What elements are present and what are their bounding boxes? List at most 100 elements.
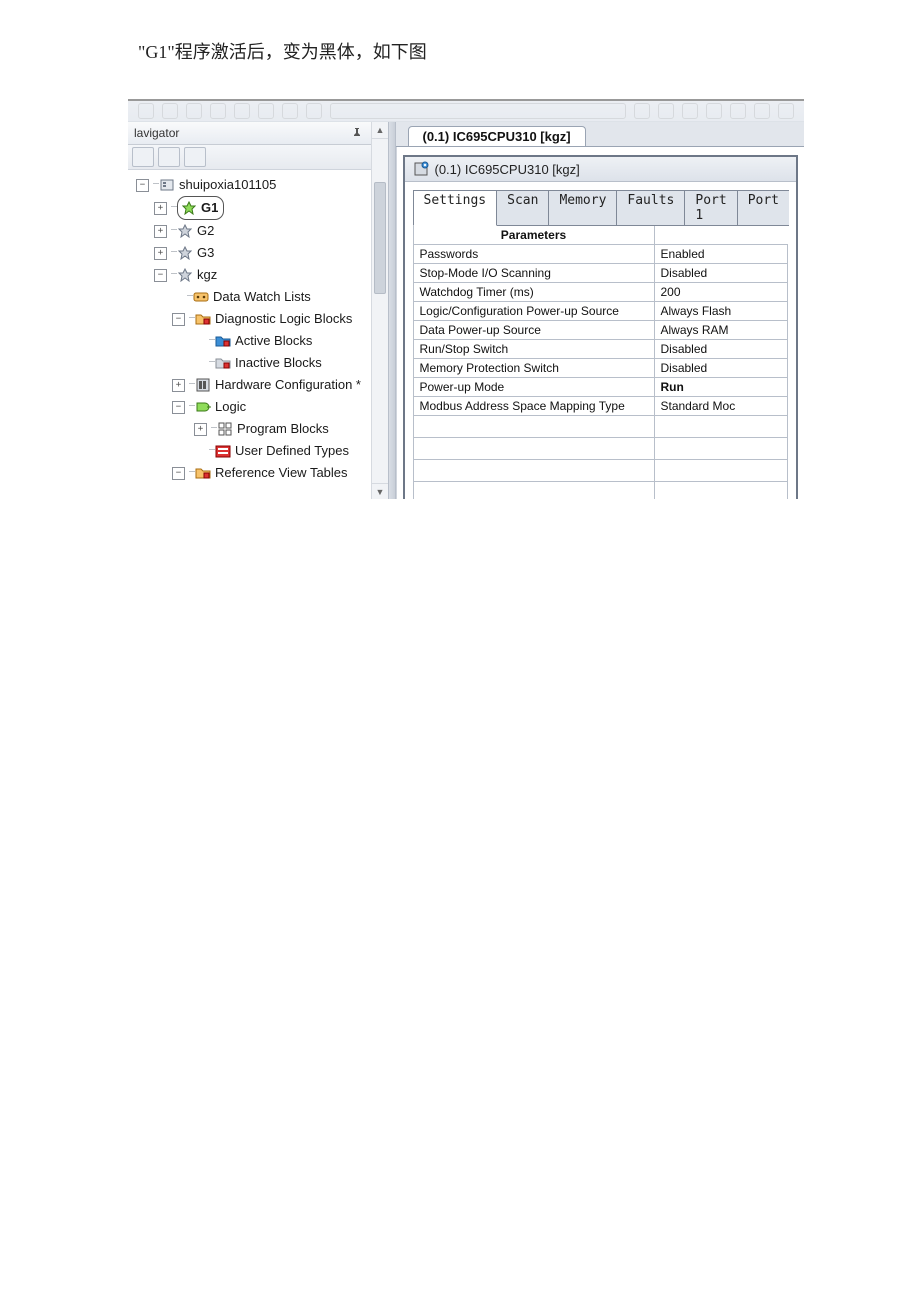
target-icon [177,245,193,261]
main-toolbar [128,101,804,122]
tree-label: Inactive Blocks [235,352,322,374]
tree-active-blocks[interactable]: ┄ Active Blocks [132,330,388,352]
tab-memory[interactable]: Memory [548,190,617,226]
param-name: Watchdog Timer (ms) [413,283,654,302]
navigator-header: lavigator ✕ [128,122,388,145]
g2-label: G2 [197,220,214,242]
logic-icon [195,399,211,415]
tab-settings[interactable]: Settings [413,190,498,226]
scroll-up-icon[interactable]: ▲ [372,122,388,139]
tree-label: Active Blocks [235,330,312,352]
table-row[interactable]: Stop-Mode I/O ScanningDisabled [413,264,788,283]
folder-icon [215,355,231,371]
tree-target-g2[interactable]: +┄ G2 [132,220,388,242]
table-row[interactable]: Data Power-up SourceAlways RAM [413,321,788,340]
target-icon [177,223,193,239]
table-row[interactable]: Power-up ModeRun [413,378,788,397]
table-row[interactable]: Memory Protection SwitchDisabled [413,359,788,378]
scroll-down-icon[interactable]: ▼ [372,483,388,499]
tree-diag-logic[interactable]: −┄ Diagnostic Logic Blocks [132,308,388,330]
expand-icon[interactable]: + [154,247,167,260]
param-name: Stop-Mode I/O Scanning [413,264,654,283]
collapse-icon[interactable]: − [136,179,149,192]
collapse-icon[interactable]: − [154,269,167,282]
tree-label: Logic [215,396,246,418]
collapse-icon[interactable]: − [172,467,185,480]
tree-inactive-blocks[interactable]: ┄ Inactive Blocks [132,352,388,374]
nav-tool-1[interactable] [132,147,154,167]
tree-program-blocks[interactable]: +┄ Program Blocks [132,418,388,440]
property-tabs: Settings Scan Memory Faults Port 1 Port [413,190,789,226]
inspector-panel: (0.1) IC695CPU310 [kgz] Settings Scan Me… [403,155,799,499]
expand-icon[interactable]: + [154,202,167,215]
param-name: Passwords [413,245,654,264]
tree-target-kgz[interactable]: −┄ kgz [132,264,388,286]
param-value[interactable]: Run [654,378,788,397]
tree-label: Data Watch Lists [213,286,311,308]
table-row[interactable]: Run/Stop SwitchDisabled [413,340,788,359]
caption-text: "G1"程序激活后，变为黑体，如下图 [0,0,920,64]
param-value[interactable]: Standard Moc [654,397,788,416]
expand-icon[interactable]: + [172,379,185,392]
expand-icon[interactable]: + [194,423,207,436]
navigator-title: lavigator [134,126,346,140]
table-row [413,482,788,500]
g3-label: G3 [197,242,214,264]
param-value[interactable]: Disabled [654,264,788,283]
param-value[interactable]: Disabled [654,359,788,378]
tree-data-watch[interactable]: ┄ Data Watch Lists [132,286,388,308]
param-value[interactable]: Disabled [654,340,788,359]
navigator-toolbar [128,145,388,170]
tree-label: User Defined Types [235,440,349,462]
tree-target-g3[interactable]: +┄ G3 [132,242,388,264]
folder-icon [215,333,231,349]
table-row[interactable]: Modbus Address Space Mapping TypeStandar… [413,397,788,416]
navigator-panel: lavigator ✕ −┄ shuipoxia [128,122,389,499]
table-row [413,416,788,438]
tree-user-types[interactable]: ┄ User Defined Types [132,440,388,462]
params-header: Parameters [413,226,654,245]
navigator-tree: −┄ shuipoxia101105 +┄ G1 [128,170,388,499]
target-icon [177,267,193,283]
tab-port1[interactable]: Port 1 [684,190,737,226]
table-row [413,438,788,460]
tree-logic[interactable]: −┄ Logic [132,396,388,418]
param-value[interactable]: 200 [654,283,788,302]
tab-faults[interactable]: Faults [616,190,685,226]
param-value[interactable]: Always RAM [654,321,788,340]
table-row[interactable]: PasswordsEnabled [413,245,788,264]
doc-tab-cpu[interactable]: (0.1) IC695CPU310 [kgz] [408,126,586,146]
param-name: Memory Protection Switch [413,359,654,378]
collapse-icon[interactable]: − [172,401,185,414]
nav-scrollbar[interactable]: ▲ ▼ [371,122,388,499]
table-row[interactable]: Logic/Configuration Power-up SourceAlway… [413,302,788,321]
inspector-title-text: (0.1) IC695CPU310 [kgz] [435,162,580,177]
tree-target-g1[interactable]: +┄ G1 [132,196,388,220]
blocks-icon [217,421,233,437]
tab-scan[interactable]: Scan [496,190,549,226]
types-icon [215,443,231,459]
module-icon [413,161,429,177]
expand-icon[interactable]: + [154,225,167,238]
table-row[interactable]: Watchdog Timer (ms)200 [413,283,788,302]
tab-port2[interactable]: Port [737,190,789,226]
param-value[interactable]: Enabled [654,245,788,264]
tree-ref-tables[interactable]: −┄ Reference View Tables [132,462,388,484]
param-value[interactable]: Always Flash [654,302,788,321]
nav-tool-2[interactable] [158,147,180,167]
pin-icon[interactable] [350,126,364,140]
tree-label: Hardware Configuration * [215,374,361,396]
collapse-icon[interactable]: − [172,313,185,326]
scroll-thumb[interactable] [374,182,386,294]
tree-project-root[interactable]: −┄ shuipoxia101105 [132,174,388,196]
app-window: lavigator ✕ −┄ shuipoxia [128,99,804,499]
content-area: (0.1) IC695CPU310 [kgz] (0.1) IC695CPU31… [396,122,805,499]
folder-icon [195,465,211,481]
folder-icon [195,311,211,327]
kgz-label: kgz [197,264,217,286]
nav-tool-3[interactable] [184,147,206,167]
tree-hw-config[interactable]: +┄ Hardware Configuration * [132,374,388,396]
project-label: shuipoxia101105 [179,174,276,196]
tree-label: Reference View Tables [215,462,348,484]
target-icon [181,200,197,216]
